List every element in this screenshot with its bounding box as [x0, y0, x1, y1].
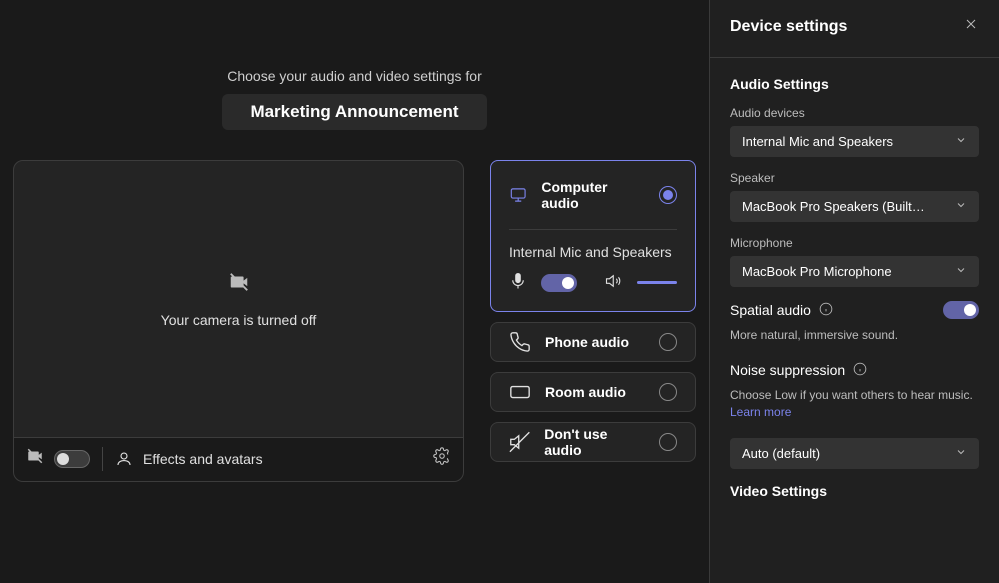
microphone-toggle[interactable]	[541, 274, 577, 292]
video-controls-bar: Effects and avatars	[13, 436, 464, 482]
audio-option-label: Phone audio	[545, 334, 629, 350]
speaker-label: Speaker	[730, 171, 979, 185]
spatial-audio-hint: More natural, immersive sound.	[730, 327, 979, 344]
noise-suppression-label: Noise suppression	[730, 362, 845, 378]
speaker-value: MacBook Pro Speakers (Built…	[742, 199, 925, 214]
audio-devices-select[interactable]: Internal Mic and Speakers	[730, 126, 979, 157]
radio-no-audio[interactable]	[659, 433, 677, 451]
chevron-down-icon	[955, 446, 967, 461]
noise-suppression-value: Auto (default)	[742, 446, 820, 461]
camera-off-text: Your camera is turned off	[161, 312, 317, 328]
radio-computer-audio[interactable]	[659, 186, 677, 204]
radio-phone-audio[interactable]	[659, 333, 677, 351]
spatial-audio-toggle[interactable]	[943, 301, 979, 319]
chevron-down-icon	[955, 264, 967, 279]
choose-settings-label: Choose your audio and video settings for	[0, 68, 709, 84]
audio-devices-value: Internal Mic and Speakers	[742, 134, 893, 149]
speaker-icon	[605, 272, 623, 293]
audio-option-computer[interactable]: Computer audio Internal Mic and Speakers	[490, 160, 696, 312]
volume-slider[interactable]	[637, 281, 677, 284]
chevron-down-icon	[955, 134, 967, 149]
video-preview: Your camera is turned off	[13, 160, 464, 438]
audio-option-label: Computer audio	[541, 179, 631, 211]
camera-toggle[interactable]	[54, 450, 90, 468]
chevron-down-icon	[955, 199, 967, 214]
effects-and-avatars-button[interactable]: Effects and avatars	[115, 450, 263, 468]
microphone-icon	[509, 272, 527, 293]
close-icon[interactable]	[963, 16, 979, 37]
camera-icon	[26, 447, 44, 470]
video-settings-heading: Video Settings	[730, 483, 979, 499]
gear-icon[interactable]	[433, 447, 451, 470]
radio-room-audio[interactable]	[659, 383, 677, 401]
speaker-select[interactable]: MacBook Pro Speakers (Built…	[730, 191, 979, 222]
info-icon[interactable]	[819, 302, 833, 319]
audio-device-name[interactable]: Internal Mic and Speakers	[509, 244, 677, 260]
info-icon[interactable]	[853, 362, 867, 379]
device-settings-title: Device settings	[730, 18, 847, 36]
audio-option-room[interactable]: Room audio	[490, 372, 696, 412]
learn-more-link[interactable]: Learn more	[730, 405, 791, 419]
audio-option-none[interactable]: Don't use audio	[490, 422, 696, 462]
audio-option-label: Don't use audio	[544, 426, 645, 458]
microphone-value: MacBook Pro Microphone	[742, 264, 892, 279]
audio-option-phone[interactable]: Phone audio	[490, 322, 696, 362]
noise-suppression-hint: Choose Low if you want others to hear mu…	[730, 387, 979, 421]
microphone-select[interactable]: MacBook Pro Microphone	[730, 256, 979, 287]
audio-option-label: Room audio	[545, 384, 626, 400]
meeting-title: Marketing Announcement	[222, 94, 486, 130]
effects-label: Effects and avatars	[143, 451, 263, 467]
spatial-audio-label: Spatial audio	[730, 302, 811, 318]
noise-suppression-select[interactable]: Auto (default)	[730, 438, 979, 469]
camera-off-icon	[228, 271, 250, 298]
audio-settings-heading: Audio Settings	[730, 76, 979, 92]
audio-devices-label: Audio devices	[730, 106, 979, 120]
microphone-label: Microphone	[730, 236, 979, 250]
